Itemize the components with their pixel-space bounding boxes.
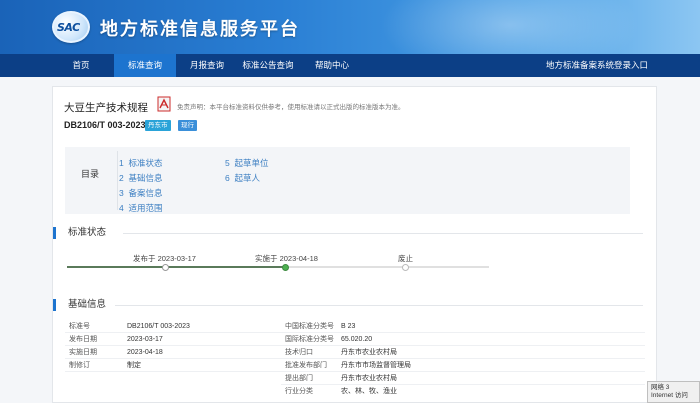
toc-item-filing-info[interactable]: 3 备案信息: [119, 187, 162, 199]
timeline-published-label: 发布于 2023-03-17: [133, 254, 196, 263]
section-accent-bar: [53, 227, 56, 239]
toc-item-standard-status[interactable]: 1 标准状态: [119, 157, 162, 169]
toc-item-label: 基础信息: [128, 173, 163, 183]
toc-item-scope[interactable]: 4 适用范围: [119, 202, 162, 214]
nav-home[interactable]: 首页: [52, 54, 110, 77]
toc-item-label: 起草人: [234, 173, 260, 183]
section-title: 基础信息: [68, 299, 107, 310]
timeline-remaining-line: [286, 266, 489, 268]
toc-item-label: 备案信息: [128, 188, 163, 198]
toc-item-number: 1: [119, 158, 124, 168]
toc-item-number: 2: [119, 173, 124, 183]
row-divider: [281, 384, 645, 385]
timeline-effective-label: 实施于 2023-04-18: [255, 254, 318, 263]
toc-item-number: 5: [225, 158, 230, 168]
timeline-progress-line: [67, 266, 286, 268]
row-divider: [65, 332, 645, 333]
disclaimer-text: 免责声明：本平台标准资料仅供参考，使用标准请以正式出版的标准版本为准。: [177, 104, 405, 111]
toc-item-drafting-units[interactable]: 5 起草单位: [225, 157, 268, 169]
toc-item-label: 起草单位: [234, 158, 269, 168]
section-title: 标准状态: [68, 227, 107, 238]
toc-item-number: 3: [119, 188, 124, 198]
banner-glow: [380, 0, 640, 54]
toc-item-drafters[interactable]: 6 起草人: [225, 172, 260, 184]
status-zone-text: Internet 访问: [651, 392, 688, 399]
timeline-abolished-label: 废止: [398, 254, 413, 263]
status-network-text: 网络 3: [651, 384, 670, 391]
info-label: 行业分类: [285, 388, 313, 395]
nav-filing-login-link[interactable]: 地方标准备案系统登录入口: [546, 54, 648, 77]
section-divider: [115, 305, 643, 306]
site-title: 地方标准信息服务平台: [100, 19, 300, 40]
timeline-dot-effective: [282, 264, 289, 271]
nav-standard-search[interactable]: 标准查询: [114, 54, 176, 77]
timeline-dot-abolished: [402, 264, 409, 271]
standard-title: 大豆生产技术规程: [64, 102, 148, 114]
toc-label: 目录: [81, 169, 100, 179]
info-left-values: DB2106/T 003-2023 2023-03-17 2023-04-18 …: [127, 320, 190, 372]
standard-code: DB2106/T 003-2023: [64, 120, 146, 130]
row-divider: [65, 358, 645, 359]
pdf-icon[interactable]: [156, 96, 172, 112]
section-divider: [123, 233, 643, 234]
info-value-industry-category: 农、林、牧、渔业: [341, 388, 397, 395]
standard-detail-panel: 大豆生产技术规程 免责声明：本平台标准资料仅供参考，使用标准请以正式出版的标准版…: [52, 86, 657, 403]
toc-item-basic-info[interactable]: 2 基础信息: [119, 172, 162, 184]
toc-divider: [117, 151, 118, 210]
row-divider: [65, 345, 645, 346]
region-badge: 丹东市: [145, 120, 171, 131]
table-of-contents: 目录 1 标准状态 2 基础信息 3 备案信息 4 适用范围 5 起草单位 6 …: [65, 147, 630, 214]
sac-logo[interactable]: SAC: [52, 11, 90, 43]
logo-text: SAC: [57, 21, 80, 34]
main-nav: 首页 标准查询 月报查询 标准公告查询 帮助中心 地方标准备案系统登录入口: [0, 54, 700, 77]
row-divider: [65, 371, 645, 372]
toc-item-number: 6: [225, 173, 230, 183]
nav-help-center[interactable]: 帮助中心: [304, 54, 360, 77]
section-accent-bar: [53, 299, 56, 311]
browser-status-zone: 网络 3 Internet 访问: [647, 381, 700, 403]
toc-item-label: 标准状态: [128, 158, 163, 168]
timeline-dot-published: [162, 264, 169, 271]
nav-monthly-report[interactable]: 月报查询: [179, 54, 235, 77]
toc-item-number: 4: [119, 203, 124, 213]
status-badge: 现行: [178, 120, 197, 131]
header-banner: SAC 地方标准信息服务平台: [0, 0, 700, 54]
info-left-labels: 标准号 发布日期 实施日期 制修订: [69, 320, 97, 372]
nav-announcement-search[interactable]: 标准公告查询: [236, 54, 300, 77]
toc-item-label: 适用范围: [128, 203, 163, 213]
